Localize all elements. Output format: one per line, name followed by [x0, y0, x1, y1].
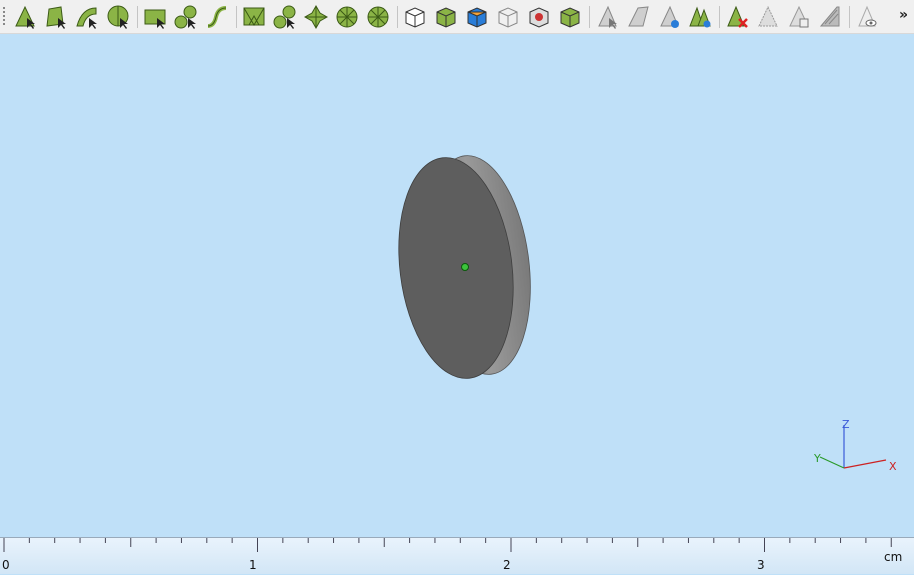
copy-build-icon [789, 5, 809, 28]
view-box-button[interactable] [402, 4, 428, 30]
disk-model[interactable] [387, 150, 542, 385]
select-edge-button[interactable] [43, 4, 69, 30]
build-all-button[interactable] [687, 4, 713, 30]
select-edge-icon [46, 6, 66, 29]
ruler-label-3: 3 [757, 558, 765, 572]
delete-build-button[interactable] [724, 4, 750, 30]
disable-icon [758, 5, 778, 27]
select-mesh-wheel-icon [336, 6, 358, 28]
select-mesh-face-icon [243, 7, 265, 26]
ruler-label-1: 1 [249, 558, 257, 572]
toolbar: » [0, 0, 914, 34]
build-arrow-button[interactable] [625, 4, 651, 30]
view-wireframe-button[interactable] [495, 4, 521, 30]
select-mesh-partial-button[interactable] [365, 4, 391, 30]
select-boundary-button[interactable] [142, 4, 168, 30]
view-box-solid-icon [560, 7, 580, 28]
ruler-label-0: 0 [2, 558, 10, 572]
select-mesh-domain-icon [273, 5, 296, 29]
view-box-highlight-icon [529, 7, 549, 28]
build-selected-icon [660, 5, 679, 28]
toolbar-separator [137, 6, 138, 28]
toolbar-grip[interactable] [3, 7, 5, 27]
graphics-viewport[interactable]: Z X Y [0, 34, 914, 537]
view-box-select-icon [436, 7, 456, 28]
toolbar-separator [397, 6, 398, 28]
view-wireframe-icon [498, 7, 518, 28]
select-mesh-cluster-button[interactable] [303, 4, 329, 30]
build-selected-button[interactable] [656, 4, 682, 30]
axis-z-label: Z [842, 418, 850, 431]
view-box-highlight-button[interactable] [526, 4, 552, 30]
view-box-icon [405, 7, 425, 28]
select-curve-icon [207, 6, 227, 28]
select-vertex-icon [15, 5, 35, 29]
ruler-bar: 0 1 2 3 cm [0, 537, 914, 574]
toolbar-overflow-button[interactable]: » [899, 7, 908, 23]
build-icon [598, 5, 617, 29]
axes-triad: Z X Y [813, 418, 897, 473]
axis-x-label: X [889, 460, 897, 473]
disable-button[interactable] [755, 4, 781, 30]
toolbar-separator [236, 6, 237, 28]
select-face-icon [76, 7, 97, 29]
toolbar-separator [589, 6, 590, 28]
show-hide-icon [858, 5, 877, 27]
hide-button[interactable] [817, 4, 843, 30]
toolbar-separator [849, 6, 850, 28]
view-box-solid-button[interactable] [557, 4, 583, 30]
center-marker [461, 263, 469, 271]
select-mesh-partial-icon [367, 6, 389, 28]
select-curve-button[interactable] [204, 4, 230, 30]
select-mesh-domain-button[interactable] [272, 4, 298, 30]
ruler-unit: cm [884, 550, 903, 564]
view-box-select-button[interactable] [433, 4, 459, 30]
axis-y-label: Y [813, 452, 821, 465]
select-mesh-cluster-icon [303, 4, 329, 30]
select-cell-button[interactable] [105, 4, 131, 30]
select-mesh-wheel-button[interactable] [334, 4, 360, 30]
build-button[interactable] [594, 4, 620, 30]
delete-build-icon [727, 5, 748, 28]
ruler-label-2: 2 [503, 558, 511, 572]
show-hide-button[interactable] [854, 4, 880, 30]
select-domain-button[interactable] [173, 4, 199, 30]
select-boundary-icon [144, 9, 166, 29]
select-mesh-face-button[interactable] [241, 4, 267, 30]
view-box-color-button[interactable] [464, 4, 490, 30]
select-cell-icon [107, 5, 129, 29]
select-domain-icon [174, 5, 197, 29]
copy-build-button[interactable] [786, 4, 812, 30]
build-arrow-icon [628, 6, 649, 27]
view-box-color-icon [467, 7, 487, 28]
hide-icon [819, 6, 840, 27]
select-vertex-button[interactable] [12, 4, 38, 30]
select-face-button[interactable] [74, 4, 100, 30]
model-canvas: Z X Y [387, 150, 897, 473]
build-all-icon [689, 6, 711, 28]
ruler-ticks [3, 538, 892, 552]
toolbar-separator [719, 6, 720, 28]
